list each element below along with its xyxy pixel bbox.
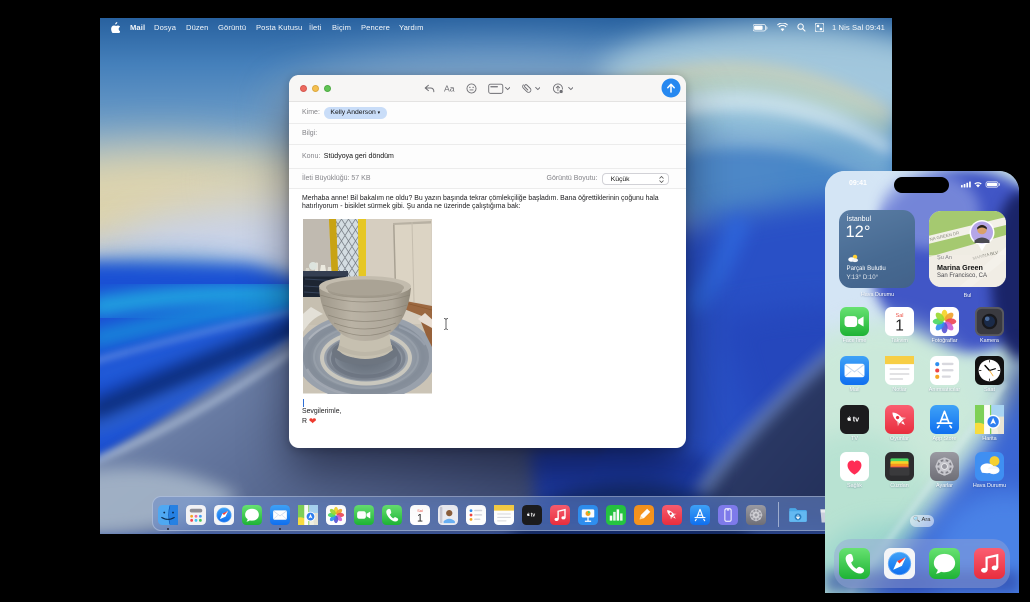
svg-text:Aa: Aa bbox=[444, 84, 455, 94]
